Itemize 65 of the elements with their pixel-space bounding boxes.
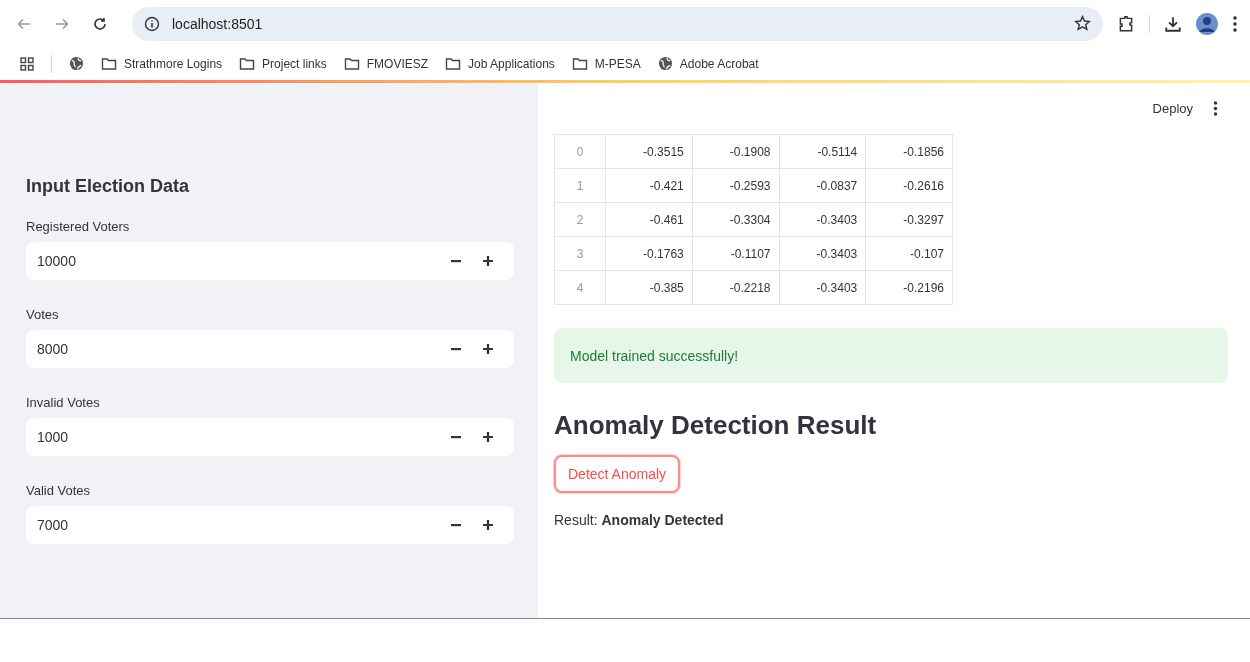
table-cell: -0.107: [865, 236, 953, 271]
row-index: 4: [554, 270, 606, 305]
row-index: 3: [554, 236, 606, 271]
extensions-icon[interactable]: [1117, 14, 1135, 33]
table-cell: -0.3297: [865, 202, 953, 237]
field-label: Votes: [26, 307, 60, 322]
table-cell: -0.5114: [779, 134, 866, 169]
bookmark-item[interactable]: Strathmore Logins: [101, 56, 223, 71]
address-bar[interactable]: localhost:8501: [132, 6, 1103, 41]
globe-icon: [657, 56, 673, 71]
menu-icon[interactable]: [1232, 14, 1238, 33]
table-cell: -0.3403: [779, 236, 866, 271]
number-field[interactable]: 10000: [26, 242, 514, 280]
bookmark-item[interactable]: Adobe Acrobat: [657, 56, 759, 71]
number-input[interactable]: 7000: [35, 516, 440, 534]
bookmark-item[interactable]: Project links: [239, 56, 327, 71]
url-text: localhost:8501: [172, 15, 263, 32]
folder-icon: [101, 56, 117, 71]
table-cell: -0.2196: [865, 270, 953, 305]
folder-icon: [239, 56, 256, 71]
section-heading: Anomaly Detection Result: [554, 410, 878, 441]
folder-icon: [571, 56, 588, 71]
table-cell: -0.3403: [779, 270, 866, 305]
field-label: Registered Voters: [26, 219, 131, 234]
apps-icon[interactable]: [20, 56, 34, 71]
table-cell: -0.2218: [692, 270, 779, 305]
number-input[interactable]: 8000: [35, 340, 440, 358]
field-label: Valid Votes: [26, 483, 92, 498]
table-cell: -0.1763: [605, 236, 693, 271]
row-index: 2: [554, 202, 606, 237]
row-index: 1: [554, 168, 606, 203]
bookmark-item[interactable]: FMOVIESZ: [343, 56, 429, 71]
table-cell: -0.3304: [692, 202, 779, 237]
table-cell: -0.1107: [692, 236, 779, 271]
number-field[interactable]: 1000: [26, 418, 514, 456]
sidebar-title: Input Election Data: [26, 176, 190, 197]
number-input[interactable]: 1000: [35, 428, 440, 446]
row-index: 0: [554, 134, 606, 169]
folder-icon: [445, 56, 462, 71]
bookmark-item[interactable]: M-PESA: [571, 56, 641, 71]
success-message: Model trained successfully!: [554, 328, 1228, 383]
bookmark-item[interactable]: Job Applications: [445, 56, 555, 71]
table-cell: -0.2616: [865, 168, 953, 203]
download-icon[interactable]: [1164, 14, 1182, 33]
table-cell: -0.3515: [605, 134, 693, 169]
info-icon: [144, 15, 160, 32]
result-text: Result: Anomaly Detected: [554, 512, 725, 528]
avatar-icon[interactable]: [1196, 12, 1218, 35]
star-icon[interactable]: [1074, 15, 1091, 32]
globe-icon: [69, 56, 84, 71]
menu-icon[interactable]: [1213, 101, 1218, 116]
number-input[interactable]: 10000: [35, 252, 440, 270]
table-cell: -0.2593: [692, 168, 779, 203]
deploy-button[interactable]: Deploy: [1150, 97, 1195, 120]
number-field[interactable]: 7000: [26, 506, 514, 544]
table-cell: -0.421: [605, 168, 693, 203]
table-cell: -0.0837: [779, 168, 866, 203]
table-cell: -0.3403: [779, 202, 866, 237]
table-cell: -0.461: [605, 202, 693, 237]
table-cell: -0.385: [605, 270, 693, 305]
table-cell: -0.1908: [692, 134, 779, 169]
folder-icon: [343, 56, 360, 71]
number-field[interactable]: 8000: [26, 330, 514, 368]
field-label: Invalid Votes: [26, 395, 101, 410]
table-cell: -0.1856: [865, 134, 953, 169]
